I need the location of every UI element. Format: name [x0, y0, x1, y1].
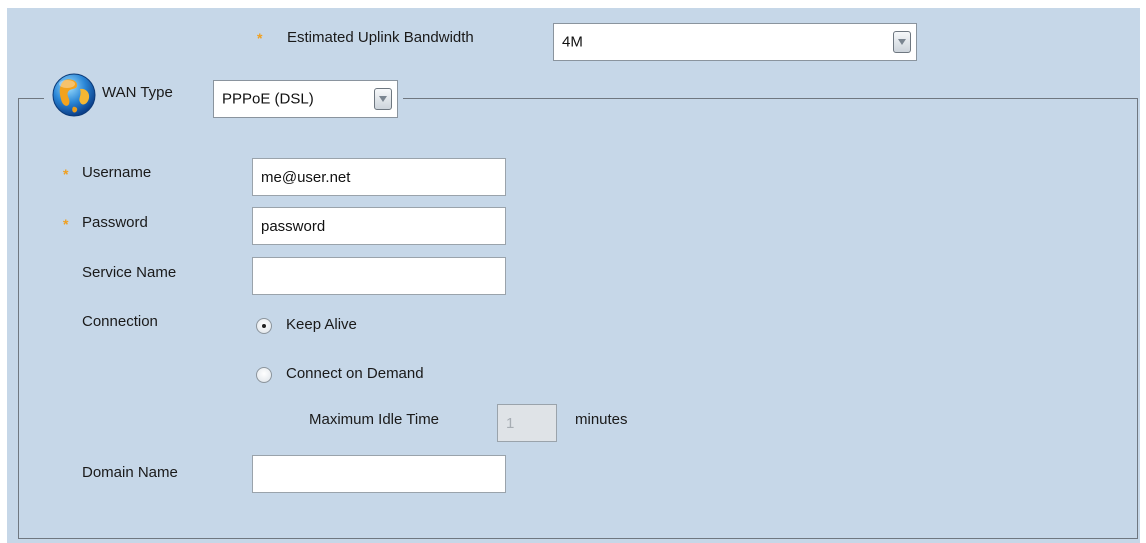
- required-marker: *: [63, 166, 69, 182]
- max-idle-time-unit: minutes: [575, 411, 628, 428]
- fieldset-border-right: [1137, 98, 1138, 538]
- password-input[interactable]: password: [252, 207, 506, 245]
- username-value: me@user.net: [261, 168, 351, 186]
- fieldset-border-left: [18, 98, 19, 538]
- chevron-down-icon[interactable]: [893, 31, 911, 53]
- fieldset-border-bottom: [18, 538, 1138, 539]
- chevron-down-icon[interactable]: [374, 88, 392, 110]
- bandwidth-label: Estimated Uplink Bandwidth: [287, 29, 474, 46]
- bandwidth-value: 4M: [562, 33, 583, 51]
- globe-icon: [52, 73, 96, 117]
- connect-on-demand-radio[interactable]: [256, 367, 272, 383]
- keep-alive-radio[interactable]: [256, 318, 272, 334]
- password-value: password: [261, 217, 326, 235]
- wan-type-label: WAN Type: [102, 84, 173, 101]
- username-label: Username: [82, 164, 152, 181]
- bandwidth-select[interactable]: 4M: [553, 23, 917, 61]
- required-marker: *: [257, 30, 263, 46]
- service-name-label: Service Name: [82, 264, 177, 281]
- fieldset-border-top-right: [403, 98, 1137, 99]
- required-marker: *: [63, 216, 69, 232]
- keep-alive-label[interactable]: Keep Alive: [286, 316, 357, 333]
- wan-type-select[interactable]: PPPoE (DSL): [213, 80, 398, 118]
- fieldset-border-top-left: [18, 98, 44, 99]
- wan-type-value: PPPoE (DSL): [222, 90, 314, 108]
- password-label: Password: [82, 214, 148, 231]
- max-idle-time-input[interactable]: 1: [497, 404, 557, 442]
- max-idle-time-label: Maximum Idle Time: [309, 411, 440, 428]
- max-idle-time-value: 1: [506, 414, 515, 432]
- connect-on-demand-label[interactable]: Connect on Demand: [286, 365, 424, 382]
- domain-name-input[interactable]: [252, 455, 506, 493]
- wan-settings-panel: * Estimated Uplink Bandwidth 4M WAN Type…: [7, 8, 1140, 543]
- connection-label: Connection: [82, 313, 158, 330]
- service-name-input[interactable]: [252, 257, 506, 295]
- username-input[interactable]: me@user.net: [252, 158, 506, 196]
- domain-name-label: Domain Name: [82, 464, 178, 481]
